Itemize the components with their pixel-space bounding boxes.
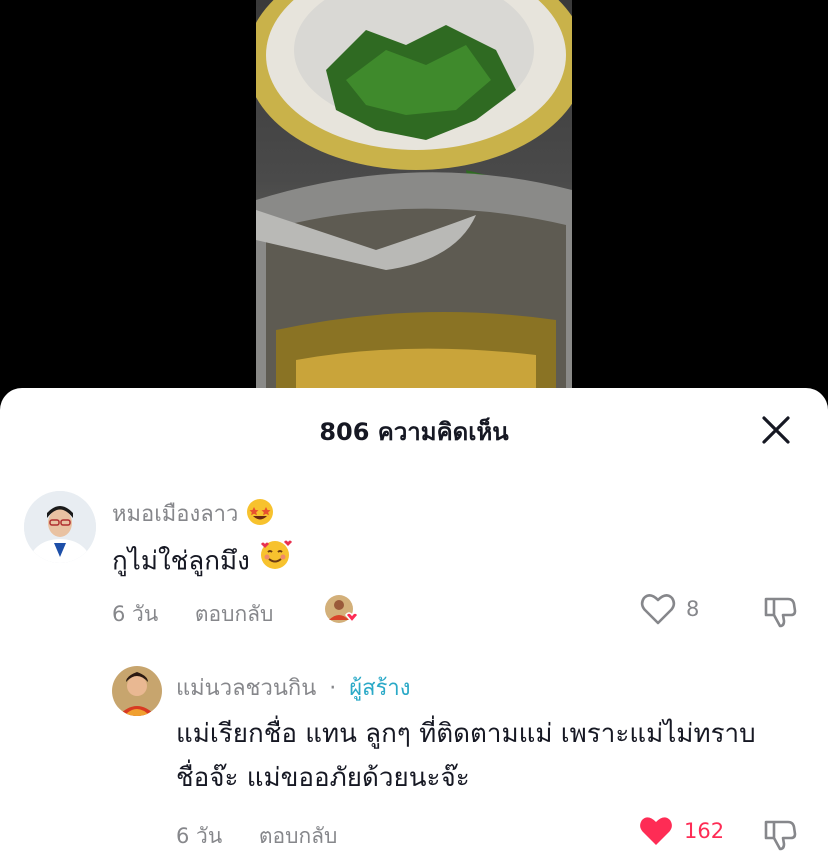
thumbs-down-icon — [764, 597, 797, 628]
comment-username[interactable]: แม่นวลชวนกิน · ผู้สร้าง — [176, 670, 410, 705]
comment-text: กูไม่ใช่ลูกมึง — [112, 538, 293, 586]
creator-liked-badge — [324, 594, 360, 628]
video-frame — [256, 0, 572, 400]
reply-button[interactable]: ตอบกลับ — [259, 824, 338, 848]
creator-label: ผู้สร้าง — [349, 676, 411, 701]
smiling-face-with-hearts-emoji — [258, 538, 293, 586]
avatar[interactable] — [24, 491, 96, 563]
thumbs-down-icon — [764, 820, 797, 851]
comment-item: หมอเมืองลาว กูไม่ใช่ลูกมึง 6 วัน ตอบกลับ… — [0, 388, 828, 638]
name-separator: · — [329, 676, 337, 701]
like-button[interactable]: 8 — [640, 592, 699, 626]
heart-filled-icon — [640, 817, 672, 845]
comment-time: 6 วัน — [176, 824, 223, 848]
dislike-button[interactable] — [762, 816, 798, 852]
like-count: 8 — [686, 597, 700, 621]
comment-item: แม่นวลชวนกิน · ผู้สร้าง แม่เรียกชื่อ แทน… — [0, 638, 828, 864]
comment-meta: 6 วัน ตอบกลับ — [176, 820, 337, 853]
star-struck-emoji — [245, 497, 275, 533]
comment-text-line: แม่เรียกชื่อ แทน ลูกๆ ที่ติดตามแม่ เพราะ… — [176, 719, 756, 749]
comment-time: 6 วัน — [112, 602, 159, 626]
dislike-button[interactable] — [762, 593, 798, 629]
heart-outline-icon — [640, 594, 676, 625]
like-count: 162 — [684, 819, 725, 843]
comment-meta: 6 วัน ตอบกลับ — [112, 598, 273, 631]
comment-text-line: ชื่อจ๊ะ แม่ขออภัยด้วยนะจ๊ะ — [176, 763, 470, 793]
reply-button[interactable]: ตอบกลับ — [195, 602, 274, 626]
like-button[interactable]: 162 — [638, 814, 724, 848]
video-player[interactable] — [256, 0, 572, 400]
comment-username[interactable]: หมอเมืองลาว — [112, 496, 275, 533]
comment-text: แม่เรียกชื่อ แทน ลูกๆ ที่ติดตามแม่ เพราะ… — [176, 712, 816, 800]
avatar[interactable] — [112, 666, 162, 716]
comments-sheet: 806 ความคิดเห็น หมอเมืองลาว กูไม่ใช่ลูกม… — [0, 388, 828, 864]
